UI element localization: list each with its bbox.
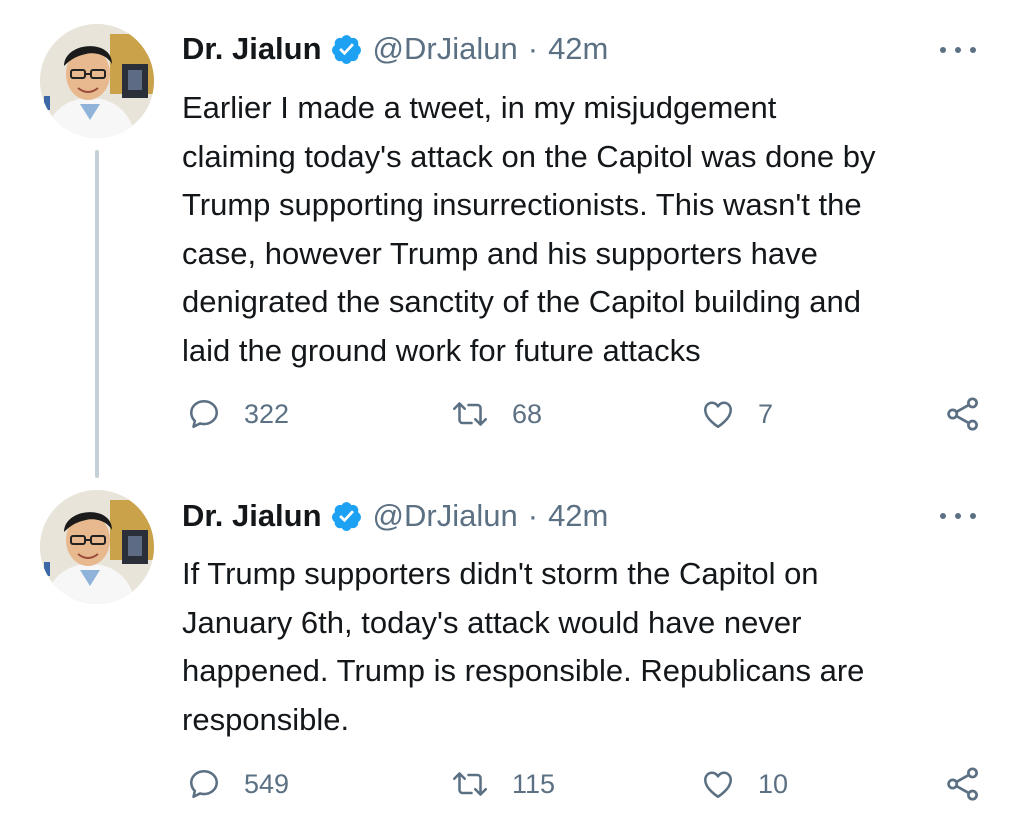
retweet-count: 115	[512, 768, 556, 799]
author-name[interactable]: Dr. Jialun	[182, 498, 322, 534]
tweet-text: If Trump supporters didn't storm the Cap…	[182, 556, 865, 737]
timestamp[interactable]: 42m	[548, 498, 608, 534]
like-button[interactable]: 10	[700, 762, 788, 806]
like-count: 10	[758, 768, 789, 799]
avatar-photo	[40, 24, 154, 138]
reply-button[interactable]: 549	[186, 762, 289, 806]
retweet-icon	[452, 402, 488, 426]
tweet-actions: 322 68 7	[182, 392, 982, 436]
tweet-text: Earlier I made a tweet, in my misjudgeme…	[182, 90, 876, 368]
reply-button[interactable]: 322	[186, 392, 289, 436]
reply-icon	[189, 769, 219, 799]
tweet-header: Dr. Jialun @DrJialun · 42m	[182, 29, 608, 69]
verified-badge-icon	[330, 33, 363, 66]
like-button[interactable]: 7	[700, 392, 773, 436]
author-handle[interactable]: @DrJialun	[373, 31, 518, 67]
share-button[interactable]	[944, 392, 982, 436]
separator-dot: ·	[527, 31, 539, 66]
author-name[interactable]: Dr. Jialun	[182, 31, 322, 67]
avatar[interactable]	[40, 490, 154, 604]
share-icon	[947, 397, 978, 431]
retweet-button[interactable]: 68	[450, 392, 542, 436]
share-button[interactable]	[944, 762, 982, 806]
timestamp[interactable]: 42m	[548, 31, 608, 67]
tweet[interactable]: Dr. Jialun @DrJialun · 42m Earlier I mad…	[0, 0, 1024, 478]
reply-count: 549	[244, 768, 290, 799]
avatar-photo	[40, 490, 154, 604]
heart-icon	[703, 771, 733, 799]
like-count: 7	[758, 398, 774, 429]
verified-badge-icon	[330, 500, 363, 533]
thread-line	[95, 150, 99, 478]
tweet[interactable]: Dr. Jialun @DrJialun · 42m If Trump supp…	[0, 478, 1024, 833]
author-handle[interactable]: @DrJialun	[373, 498, 518, 534]
avatar[interactable]	[40, 24, 154, 138]
tweet-actions: 549 115 10	[182, 762, 982, 806]
retweet-icon	[452, 772, 488, 796]
reply-icon	[189, 399, 219, 429]
retweet-button[interactable]: 115	[450, 762, 555, 806]
more-options-icon[interactable]	[940, 32, 976, 68]
tweet-header: Dr. Jialun @DrJialun · 42m	[182, 496, 608, 536]
more-options-icon[interactable]	[940, 498, 976, 534]
reply-count: 322	[244, 398, 290, 429]
retweet-count: 68	[512, 398, 543, 429]
share-icon	[947, 767, 978, 801]
separator-dot: ·	[527, 498, 539, 533]
heart-icon	[703, 401, 733, 429]
